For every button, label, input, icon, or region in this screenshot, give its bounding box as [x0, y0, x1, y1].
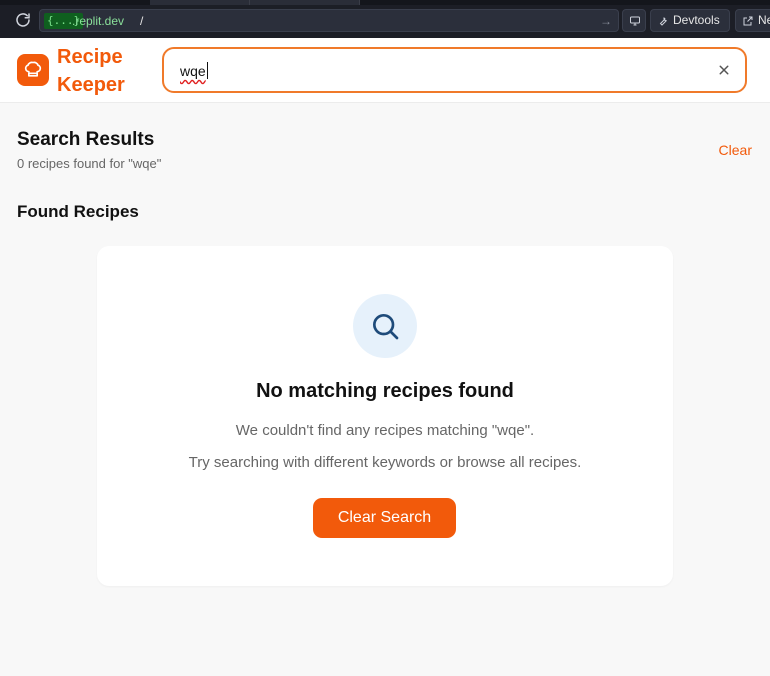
- found-recipes-title: Found Recipes: [17, 202, 139, 221]
- empty-state-message: We couldn't find any recipes matching "w…: [235, 422, 535, 439]
- address-bar[interactable]: {...} .replit.dev / →: [39, 9, 619, 32]
- empty-state-title: No matching recipes found: [256, 380, 514, 402]
- chef-hat-logo[interactable]: [17, 54, 49, 86]
- search-icon: [373, 314, 399, 340]
- open-new-tab-button[interactable]: Ne: [735, 9, 770, 32]
- app-header: Recipe Keeper wqe: [0, 38, 770, 103]
- browser-tab[interactable]: [250, 0, 360, 5]
- empty-state-icon: [353, 294, 417, 358]
- external-link-icon: [743, 16, 753, 26]
- url-path: /: [140, 14, 144, 28]
- newtab-label: Ne: [758, 13, 770, 27]
- results-count: 0 recipes found for "wqe": [17, 156, 162, 171]
- results-title: Search Results: [17, 129, 155, 150]
- devtools-label: Devtools: [673, 13, 720, 27]
- close-icon[interactable]: [715, 61, 733, 79]
- clear-link[interactable]: Clear: [719, 142, 752, 158]
- search-box[interactable]: wqe: [162, 47, 747, 93]
- devtools-button[interactable]: Devtools: [650, 9, 730, 32]
- brand-line-2: Keeper: [57, 74, 125, 96]
- go-arrow-icon[interactable]: →: [600, 13, 612, 29]
- empty-state-card: No matching recipes found We couldn't fi…: [97, 246, 673, 586]
- brand-line-1: Recipe: [57, 46, 123, 68]
- tab-strip: [0, 0, 770, 5]
- text-caret: [206, 62, 208, 79]
- monitor-icon: [630, 16, 640, 26]
- clear-search-button[interactable]: Clear Search: [313, 498, 456, 538]
- chef-hat-icon: [24, 61, 42, 77]
- url-domain: .replit.dev: [72, 14, 125, 28]
- search-input[interactable]: wqe: [180, 61, 208, 81]
- screen-button[interactable]: [622, 9, 646, 32]
- wrench-icon: [659, 17, 667, 26]
- search-value: wqe: [180, 63, 206, 79]
- brand-title[interactable]: Recipe Keeper: [57, 43, 147, 99]
- empty-state-hint: Try searching with different keywords or…: [188, 454, 582, 471]
- browser-tab[interactable]: [150, 0, 250, 5]
- reload-icon[interactable]: [14, 11, 32, 29]
- browser-toolbar: {...} .replit.dev / → Devtools Ne: [0, 0, 770, 38]
